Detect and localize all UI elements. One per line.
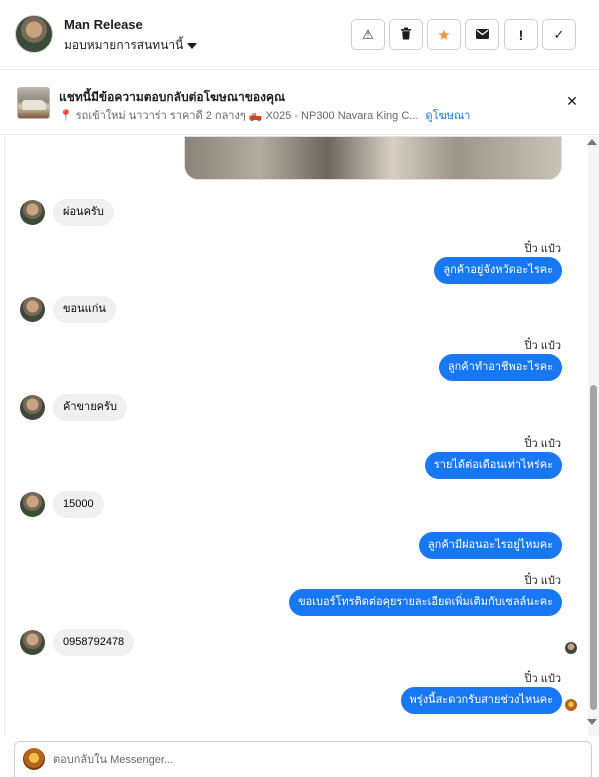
reply-input[interactable]	[53, 751, 573, 769]
incoming-message[interactable]: ขอนแก่น	[53, 296, 116, 323]
follow-up-icon: !	[518, 26, 524, 43]
ad-banner-title: แชทนี้มีข้อความตอบกลับต่อโฆษณาของคุณ	[59, 90, 286, 104]
contact-message-avatar	[20, 492, 45, 517]
outgoing-message[interactable]: ขอเบอร์โทรติดต่อคุยรายละเอียดเพิ่มเติมกั…	[289, 589, 562, 616]
view-ad-link[interactable]: ดูโฆษณา	[426, 110, 471, 122]
contact-message-avatar	[20, 630, 45, 655]
outgoing-message[interactable]: พรุ่งนี้สะดวกรับสายช่วงไหนคะ	[400, 687, 562, 714]
contact-message-avatar	[20, 200, 45, 225]
shared-photo[interactable]	[184, 136, 562, 180]
ad-thumbnail[interactable]	[17, 87, 50, 119]
sender-name: ปิ๋ว แป๋ว	[524, 673, 561, 685]
scrollbar-thumb[interactable]	[590, 385, 597, 710]
sender-name: ปิ๋ว แป๋ว	[524, 575, 561, 587]
contact-avatar[interactable]	[15, 15, 53, 53]
envelope-icon	[475, 27, 489, 42]
close-icon[interactable]: ✕	[563, 92, 581, 110]
assign-label: มอบหมายการสนทนานี้	[64, 38, 184, 52]
star-button[interactable]: ★	[427, 19, 461, 50]
scroll-down-arrow-icon[interactable]	[587, 719, 597, 725]
star-icon: ★	[437, 26, 451, 44]
contact-message-avatar	[20, 395, 45, 420]
checkmark-icon: ✓	[553, 26, 565, 42]
conversation-header: Man Release มอบหมายการสนทนานี้ ⚠ ★ ! ✓	[0, 0, 599, 70]
assign-conversation-dropdown[interactable]: มอบหมายการสนทนานี้	[64, 36, 198, 55]
contact-name[interactable]: Man Release	[64, 17, 143, 32]
trash-icon	[400, 27, 412, 43]
thread-divider	[4, 136, 5, 736]
sender-name: ปิ๋ว แป๋ว	[524, 340, 561, 352]
mark-unread-button[interactable]	[465, 19, 499, 50]
seen-indicator-avatar	[565, 699, 577, 711]
ad-banner-subtitle: 📍 รถเข้าใหม่ นาวาร่า ราคาดี 2 กลางๆ 🛻 X0…	[59, 106, 470, 124]
ad-reply-banner: แชทนี้มีข้อความตอบกลับต่อโฆษณาของคุณ 📍 ร…	[0, 71, 599, 135]
caret-down-icon	[187, 42, 198, 49]
outgoing-message[interactable]: ลูกค้าอยู่จังหวัดอะไรคะ	[434, 257, 562, 284]
sender-name: ปิ๋ว แป๋ว	[524, 438, 561, 450]
scroll-up-arrow-icon[interactable]	[587, 139, 597, 145]
outgoing-message[interactable]: ลูกค้ามีผ่อนอะไรอยู่ไหมคะ	[418, 532, 562, 559]
page-avatar	[23, 748, 45, 770]
spam-button[interactable]: ⚠	[351, 19, 385, 50]
delete-button[interactable]	[389, 19, 423, 50]
outgoing-message[interactable]: ลูกค้าทำอาชีพอะไรคะ	[438, 354, 562, 381]
incoming-message[interactable]: 15000	[53, 491, 104, 518]
seen-indicator-avatar	[565, 642, 577, 654]
incoming-message[interactable]: 0958792478	[53, 629, 135, 656]
ad-description: รถเข้าใหม่ นาวาร่า ราคาดี 2 กลางๆ 🛻 X025…	[75, 110, 419, 122]
contact-message-avatar	[20, 297, 45, 322]
sender-name: ปิ๋ว แป๋ว	[524, 243, 561, 255]
incoming-message[interactable]: ค้าขายครับ	[53, 394, 127, 421]
pin-icon: 📍	[59, 110, 73, 122]
mark-done-button[interactable]: ✓	[542, 19, 576, 50]
follow-up-button[interactable]: !	[504, 19, 538, 50]
warning-icon: ⚠	[362, 26, 374, 42]
incoming-message[interactable]: ผ่อนครับ	[53, 199, 114, 226]
outgoing-message[interactable]: รายได้ต่อเดือนเท่าไหร่คะ	[424, 452, 562, 479]
reply-composer	[14, 741, 592, 777]
